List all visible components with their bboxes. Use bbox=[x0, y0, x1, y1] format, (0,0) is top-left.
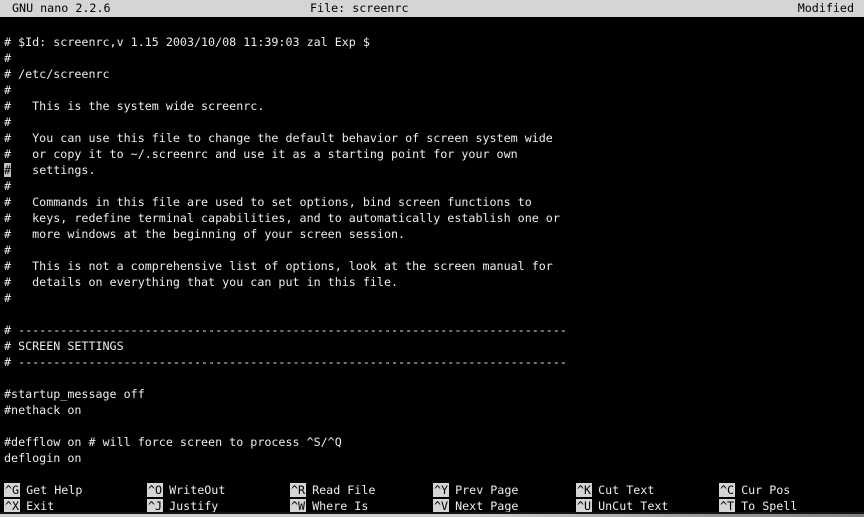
buffer-line[interactable]: # more windows at the beginning of your … bbox=[4, 226, 864, 242]
shortcut-key: ^X bbox=[4, 499, 20, 513]
shortcut-key: ^T bbox=[719, 499, 735, 513]
buffer-line[interactable]: # details on everything that you can put… bbox=[4, 274, 864, 290]
shortcut-label: Cur Pos bbox=[741, 483, 790, 497]
shortcut-label: Get Help bbox=[26, 483, 82, 497]
shortcut-key: ^U bbox=[576, 499, 592, 513]
buffer-line[interactable]: # Commands in this file are used to set … bbox=[4, 194, 864, 210]
buffer-line[interactable]: # keys, redefine terminal capabilities, … bbox=[4, 210, 864, 226]
shortcut-key: ^C bbox=[719, 483, 735, 497]
buffer-line[interactable]: # This is not a comprehensive list of op… bbox=[4, 258, 864, 274]
shortcut-prev-page[interactable]: ^Y Prev Page bbox=[433, 482, 576, 498]
shortcut-cut-text[interactable]: ^K Cut Text bbox=[576, 482, 719, 498]
buffer-line[interactable] bbox=[4, 418, 864, 434]
shortcut-label: To Spell bbox=[741, 499, 797, 513]
shortcut-label: Read File bbox=[312, 483, 375, 497]
buffer-line[interactable]: # settings. bbox=[4, 162, 864, 178]
nano-titlebar: GNU nano 2.2.6 File: screenrc Modified bbox=[0, 0, 864, 17]
app-version-label: GNU nano 2.2.6 bbox=[12, 0, 111, 17]
buffer-line[interactable]: # bbox=[4, 290, 864, 306]
buffer-line[interactable]: # This is the system wide screenrc. bbox=[4, 98, 864, 114]
shortcut-writeout[interactable]: ^O WriteOut bbox=[147, 482, 290, 498]
shortcut-key: ^O bbox=[147, 483, 163, 497]
modified-status-badge: Modified bbox=[798, 0, 854, 17]
shortcut-key: ^G bbox=[4, 483, 20, 497]
window-bottom-edge bbox=[0, 512, 864, 517]
buffer-line[interactable]: #startup_message off bbox=[4, 386, 864, 402]
shortcut-key: ^R bbox=[290, 483, 306, 497]
shortcut-label: Justify bbox=[169, 499, 218, 513]
buffer-line[interactable]: # $Id: screenrc,v 1.15 2003/10/08 11:39:… bbox=[4, 34, 864, 50]
shortcut-key: ^J bbox=[147, 499, 163, 513]
buffer-line[interactable]: # bbox=[4, 178, 864, 194]
shortcut-read-file[interactable]: ^R Read File bbox=[290, 482, 433, 498]
text-cursor: # bbox=[4, 163, 11, 177]
buffer-line[interactable]: # --------------------------------------… bbox=[4, 322, 864, 338]
buffer-line[interactable]: # SCREEN SETTINGS bbox=[4, 338, 864, 354]
file-name-label: File: screenrc bbox=[310, 0, 409, 17]
shortcut-label: Next Page bbox=[455, 499, 518, 513]
buffer-line[interactable]: # /etc/screenrc bbox=[4, 66, 864, 82]
shortcut-key: ^Y bbox=[433, 483, 449, 497]
buffer-line[interactable]: #nethack on bbox=[4, 402, 864, 418]
shortcut-label: Prev Page bbox=[455, 483, 518, 497]
shortcut-label: Exit bbox=[26, 499, 54, 513]
buffer-line[interactable]: # bbox=[4, 82, 864, 98]
buffer-line[interactable]: # --------------------------------------… bbox=[4, 354, 864, 370]
editor-buffer[interactable]: # $Id: screenrc,v 1.15 2003/10/08 11:39:… bbox=[4, 34, 864, 466]
buffer-line[interactable]: deflogin on bbox=[4, 450, 864, 466]
shortcut-label: WriteOut bbox=[169, 483, 225, 497]
shortcut-label: Cut Text bbox=[598, 483, 654, 497]
shortcut-key: ^V bbox=[433, 499, 449, 513]
buffer-line[interactable] bbox=[4, 370, 864, 386]
buffer-line[interactable] bbox=[4, 306, 864, 322]
buffer-line[interactable]: # bbox=[4, 242, 864, 258]
shortcut-get-help[interactable]: ^G Get Help bbox=[4, 482, 147, 498]
shortcut-row: ^G Get Help ^O WriteOut ^R Read File ^Y Prev Pa… bbox=[4, 482, 864, 498]
shortcut-key: ^K bbox=[576, 483, 592, 497]
shortcut-cur-pos[interactable]: ^C Cur Pos bbox=[719, 482, 862, 498]
shortcut-bar: ^G Get Help ^O WriteOut ^R Read File ^Y Prev Pa… bbox=[4, 482, 864, 514]
nano-terminal-window: GNU nano 2.2.6 File: screenrc Modified #… bbox=[0, 0, 864, 517]
shortcut-label: UnCut Text bbox=[598, 499, 668, 513]
buffer-line[interactable]: # or copy it to ~/.screenrc and use it a… bbox=[4, 146, 864, 162]
shortcut-label: Where Is bbox=[312, 499, 368, 513]
buffer-line[interactable]: #defflow on # will force screen to proce… bbox=[4, 434, 864, 450]
buffer-line[interactable]: # bbox=[4, 50, 864, 66]
buffer-line[interactable]: # bbox=[4, 114, 864, 130]
shortcut-key: ^W bbox=[290, 499, 306, 513]
buffer-line[interactable]: # You can use this file to change the de… bbox=[4, 130, 864, 146]
